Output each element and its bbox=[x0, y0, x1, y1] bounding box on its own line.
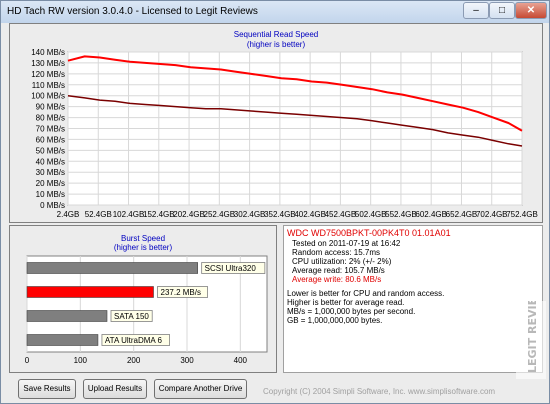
burst-bar-3 bbox=[26, 310, 108, 322]
read-y-tick-label: 10 MB/s bbox=[36, 190, 65, 199]
average-read: Average read: 105.7 MB/s bbox=[292, 266, 385, 275]
read-y-tick-label: 120 MB/s bbox=[31, 70, 65, 79]
read-y-tick-label: 140 MB/s bbox=[31, 48, 65, 57]
average-write: Average write: 80.6 MB/s bbox=[292, 275, 382, 284]
read-x-tick-label: 602.4GB bbox=[415, 210, 447, 219]
read-y-tick-label: 0 MB/s bbox=[40, 201, 65, 210]
read-y-tick-label: 80 MB/s bbox=[36, 114, 65, 123]
upload-results-button[interactable]: Upload Results bbox=[83, 379, 147, 399]
read-x-tick-label: 702.4GB bbox=[476, 210, 508, 219]
read-y-tick-label: 20 MB/s bbox=[36, 179, 65, 188]
drive-name: WDC WD7500BPKT-00PK4T0 01.01A01 bbox=[287, 228, 451, 238]
read-y-tick-label: 30 MB/s bbox=[36, 168, 65, 177]
compare-drive-button[interactable]: Compare Another Drive bbox=[154, 379, 247, 399]
svg-text:LEGIT REVIEWS: LEGIT REVIEWS bbox=[526, 301, 539, 373]
note-lower-better: Lower is better for CPU and random acces… bbox=[287, 289, 445, 298]
read-y-tick-label: 70 MB/s bbox=[36, 125, 65, 134]
burst-x-tick-label: 100 bbox=[74, 356, 88, 365]
read-x-tick-label: 52.4GB bbox=[85, 210, 112, 219]
burst-chart-panel: Burst Speed (higher is better) 0 100 200 30… bbox=[9, 225, 277, 373]
read-y-tick-label: 110 MB/s bbox=[32, 81, 65, 90]
read-y-tick-label: 130 MB/s bbox=[31, 59, 65, 68]
burst-x-tick-label: 200 bbox=[127, 356, 141, 365]
read-x-tick-label: 2.4GB bbox=[57, 210, 80, 219]
read-x-tick-label: 152.4GB bbox=[143, 210, 175, 219]
read-x-tick-label: 452.4GB bbox=[325, 210, 357, 219]
minimize-button[interactable]: – bbox=[463, 2, 489, 19]
burst-bar-2 bbox=[26, 286, 154, 298]
read-x-tick-label: 402.4GB bbox=[294, 210, 326, 219]
random-access: Random access: 15.7ms bbox=[292, 248, 381, 257]
burst-bar-4 bbox=[26, 334, 99, 346]
burst-bar-label: 237.2 MB/s bbox=[161, 288, 201, 297]
burst-chart: 0 100 200 300 400 SCSI Ultra320 237.2 MB/s SATA… bbox=[25, 255, 268, 365]
copyright-text: Copyright (C) 2004 Simpli Software, Inc.… bbox=[263, 387, 496, 396]
read-chart-panel: Sequential Read Speed (higher is better)… bbox=[9, 23, 543, 223]
maximize-button[interactable]: □ bbox=[489, 2, 515, 19]
window-title: HD Tach RW version 3.0.4.0 - Licensed to… bbox=[7, 6, 258, 17]
read-x-tick-label: 302.4GB bbox=[234, 210, 266, 219]
read-x-tick-label: 102.4GB bbox=[113, 210, 145, 219]
read-y-tick-label: 100 MB/s bbox=[31, 92, 65, 101]
read-x-tick-label: 202.4GB bbox=[173, 210, 205, 219]
cpu-utilization: CPU utilization: 2% (+/- 2%) bbox=[292, 257, 392, 266]
close-button[interactable]: ✕ bbox=[515, 2, 547, 19]
drive-info-panel: WDC WD7500BPKT-00PK4T0 01.01A01 Tested o… bbox=[283, 225, 543, 373]
burst-x-tick-label: 0 bbox=[25, 356, 30, 365]
read-y-tick-label: 60 MB/s bbox=[36, 135, 65, 144]
app-window: HD Tach RW version 3.0.4.0 - Licensed to… bbox=[0, 0, 550, 404]
read-x-tick-label: 252.4GB bbox=[204, 210, 236, 219]
save-results-button[interactable]: Save Results bbox=[18, 379, 76, 399]
burst-bar-label: SCSI Ultra320 bbox=[205, 264, 257, 273]
read-x-tick-label: 552.4GB bbox=[385, 210, 417, 219]
watermark-logo: LEGIT REVIEWS bbox=[516, 278, 546, 379]
burst-x-tick-label: 300 bbox=[180, 356, 194, 365]
read-x-tick-label: 502.4GB bbox=[355, 210, 387, 219]
read-y-tick-label: 90 MB/s bbox=[36, 103, 65, 112]
burst-bar-label: ATA UltraDMA 6 bbox=[105, 336, 163, 345]
note-gb: GB = 1,000,000,000 bytes. bbox=[287, 316, 383, 325]
read-y-tick-label: 50 MB/s bbox=[36, 146, 65, 155]
read-chart: 0 MB/s 10 MB/s 20 MB/s 30 MB/s 40 MB/s 50 MB/… bbox=[31, 48, 538, 219]
read-x-tick-label: 352.4GB bbox=[264, 210, 296, 219]
note-mbs: MB/s = 1,000,000 bytes per second. bbox=[287, 307, 416, 316]
note-higher-better: Higher is better for average read. bbox=[287, 298, 405, 307]
read-x-tick-label: 752.4GB bbox=[506, 210, 538, 219]
read-y-tick-label: 40 MB/s bbox=[36, 157, 65, 166]
burst-bar-label: SATA 150 bbox=[114, 312, 149, 321]
tested-on: Tested on 2011-07-19 at 16:42 bbox=[292, 239, 401, 248]
read-x-tick-label: 652.4GB bbox=[446, 210, 478, 219]
burst-bar-1 bbox=[26, 262, 198, 274]
burst-x-tick-label: 400 bbox=[234, 356, 248, 365]
title-bar[interactable]: HD Tach RW version 3.0.4.0 - Licensed to… bbox=[1, 1, 549, 23]
